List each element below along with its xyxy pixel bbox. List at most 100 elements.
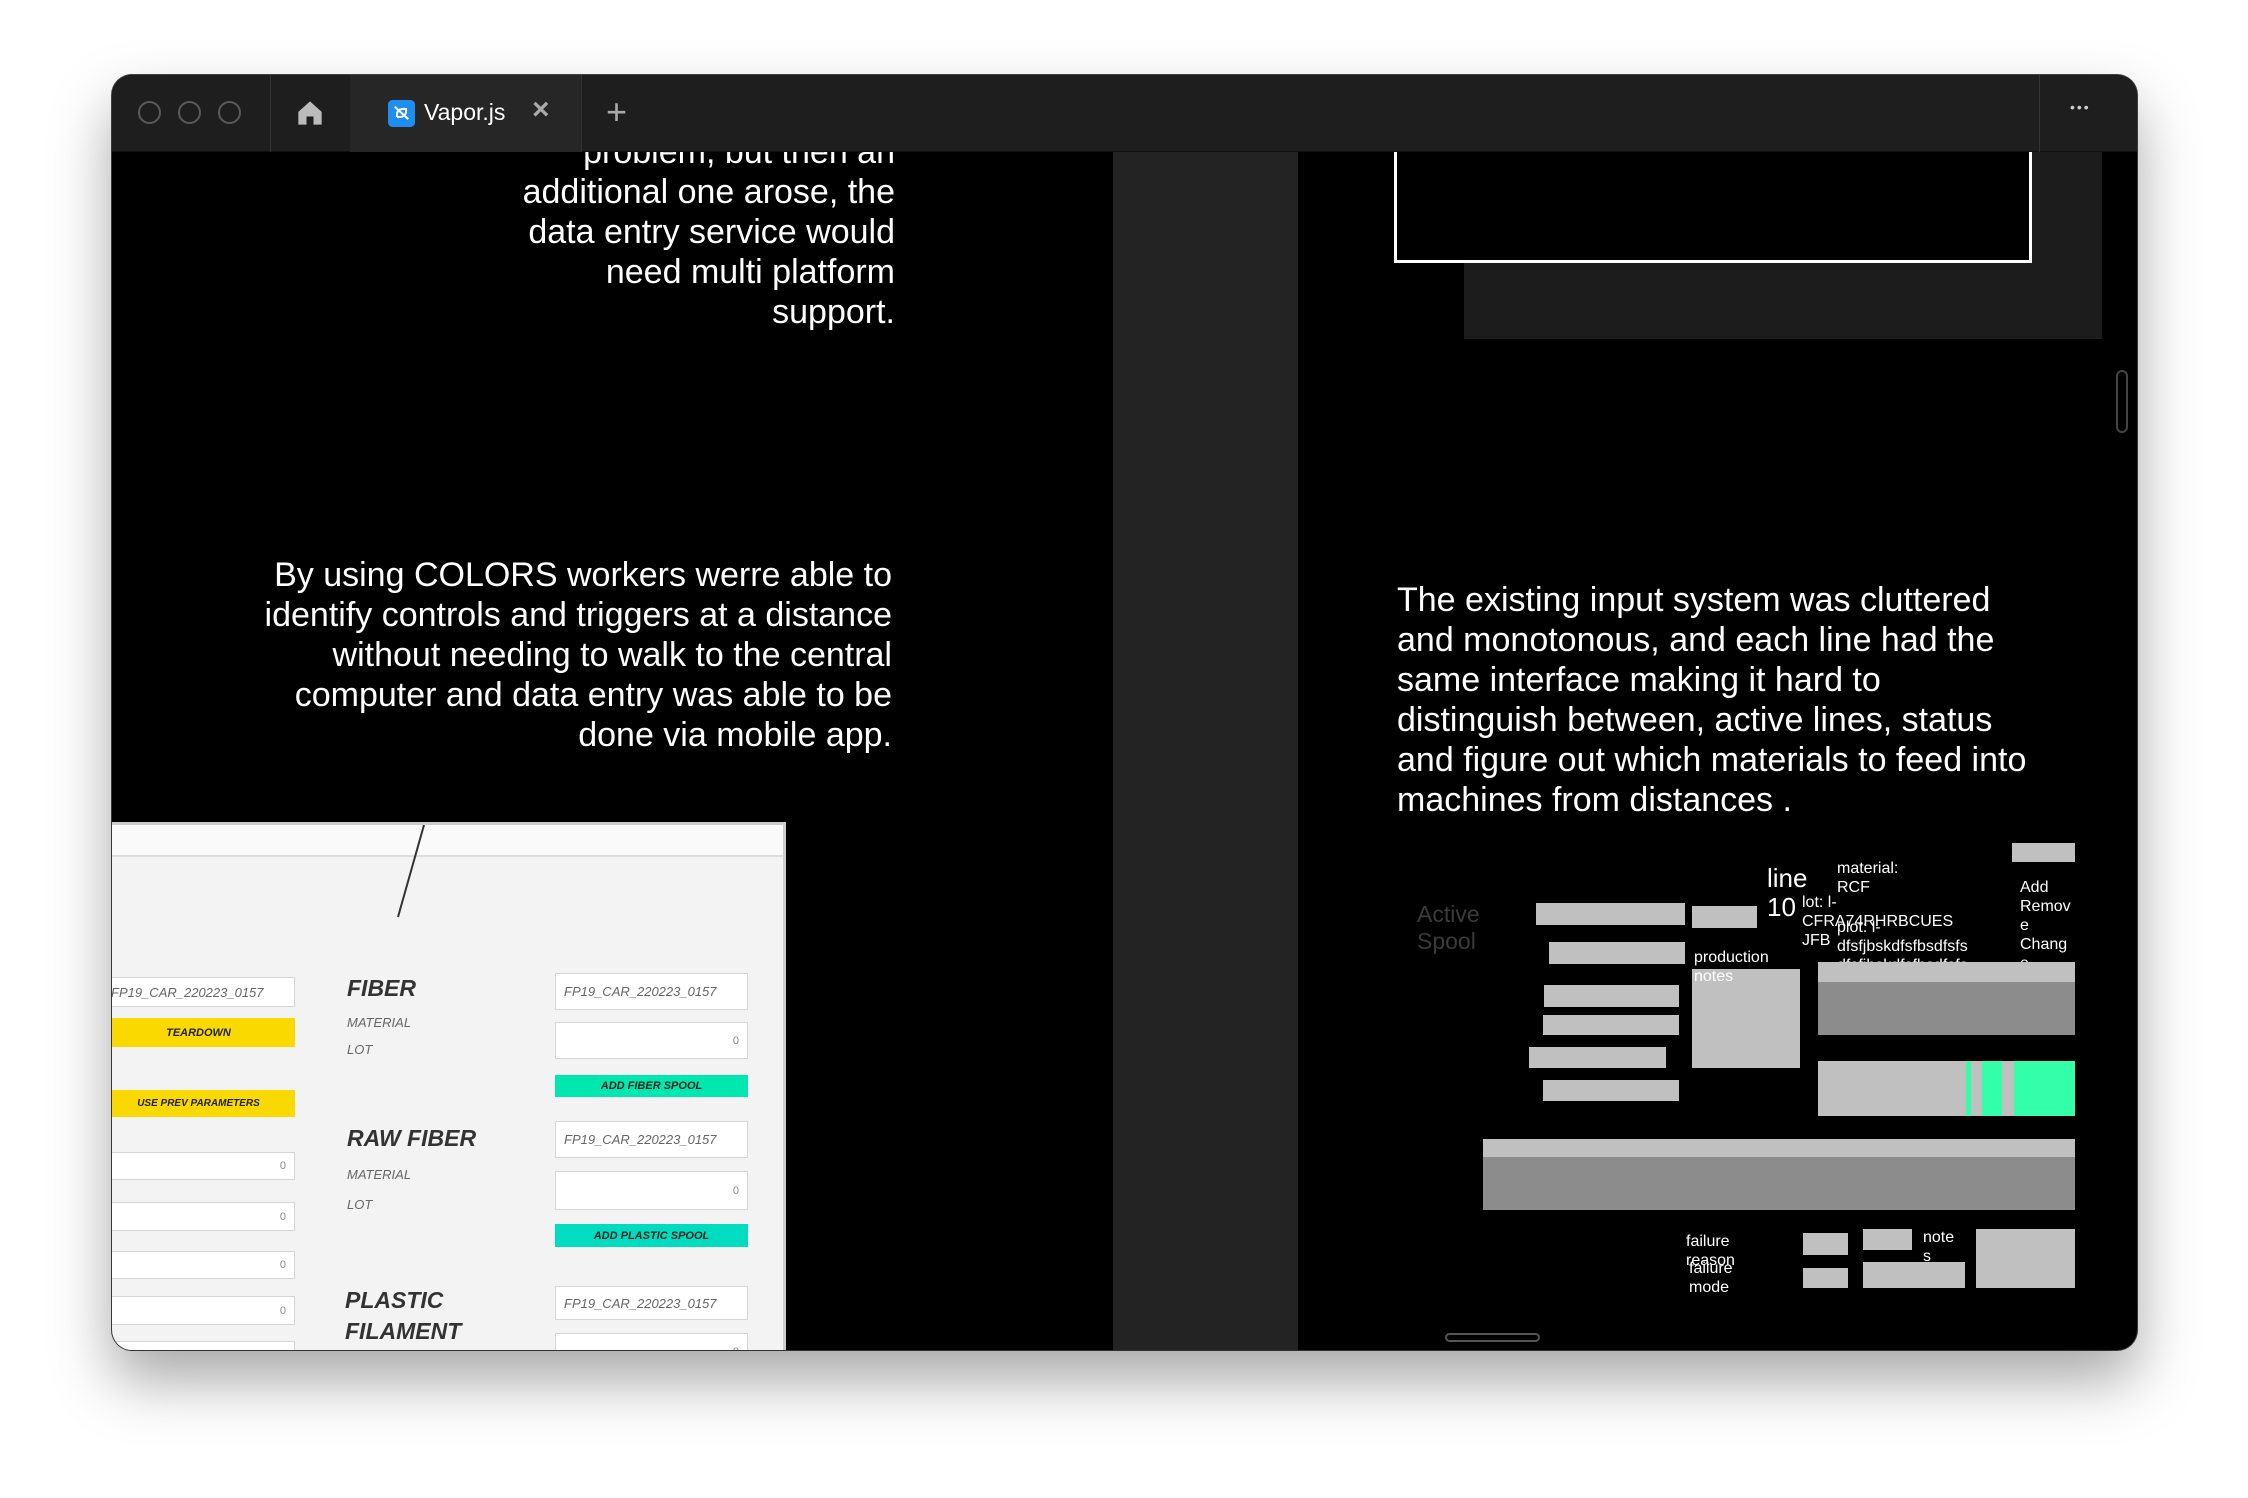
wire-block xyxy=(1976,1229,2075,1288)
param-input[interactable]: 0 xyxy=(112,1296,295,1325)
minimize-window-button[interactable] xyxy=(178,101,201,124)
text-line: failure xyxy=(1686,1233,1730,1250)
text-line: support. xyxy=(772,293,895,331)
tab-title: Vapor.js xyxy=(424,99,506,125)
wire-block xyxy=(1549,942,1685,964)
divider xyxy=(581,75,582,152)
text-line: material: xyxy=(1837,860,1899,877)
param-input[interactable]: 0 xyxy=(112,1251,295,1279)
param-input[interactable]: 0 xyxy=(112,1341,295,1350)
spool-id-input[interactable]: FP19_CAR_220223_0157 xyxy=(112,977,295,1007)
add-plastic-spool-button[interactable]: ADD PLASTIC SPOOL xyxy=(555,1224,748,1247)
teardown-button[interactable]: TEARDOWN xyxy=(112,1018,295,1047)
intro-paragraph: problem, but then an additional one aros… xyxy=(212,152,895,332)
fiber-lot-input[interactable]: 0 xyxy=(555,1022,748,1059)
text-line: s xyxy=(1923,1248,1931,1262)
text-line: need multi platform xyxy=(605,253,895,291)
text-line: done via mobile app. xyxy=(578,716,892,754)
text-line: Remov xyxy=(2020,898,2071,915)
text-line: plot: l- xyxy=(1837,919,1881,936)
text-line: notes xyxy=(1694,968,1734,985)
text-line: Add xyxy=(2020,879,2049,896)
failure-mode-label: failure mode xyxy=(1689,1259,1733,1297)
browser-window: Vapor.js × + ••• problem, but then an ad… xyxy=(112,75,2137,1350)
text-line: additional one arose, the xyxy=(522,173,895,211)
bar-segment xyxy=(2001,1061,2015,1116)
vertical-scrollbar[interactable] xyxy=(2116,370,2128,433)
wire-block xyxy=(1543,1080,1679,1101)
center-gutter xyxy=(1113,152,1298,1350)
text-line: Spool xyxy=(1417,928,1476,954)
text-line: production xyxy=(1694,949,1769,966)
text-line: without needing to walk to the central xyxy=(332,636,892,674)
wire-block xyxy=(1544,985,1679,1007)
mockup-header xyxy=(112,825,783,857)
add-fiber-spool-button[interactable]: ADD FIBER SPOOL xyxy=(555,1075,748,1097)
text-line: computer and data entry was able to be xyxy=(294,676,892,714)
plastic-lot-input[interactable]: 0 xyxy=(555,1333,748,1350)
text-line: problem, but then an xyxy=(583,152,895,171)
wire-block xyxy=(1543,1015,1679,1035)
wire-block xyxy=(1529,1047,1666,1068)
status-color-bar xyxy=(1818,1061,2075,1116)
text-line: and figure out which materials to feed i… xyxy=(1397,741,2027,779)
text-line: line xyxy=(1767,863,1808,893)
tab-bar: Vapor.js × + ••• xyxy=(112,75,2137,152)
raw-fiber-material-input[interactable]: FP19_CAR_220223_0157 xyxy=(555,1121,748,1158)
text-line: The existing input system was cluttered xyxy=(1397,581,1991,619)
text-line: and monotonous, and each line had the xyxy=(1397,621,1995,659)
wire-block xyxy=(1863,1262,1965,1288)
horizontal-scrollbar[interactable] xyxy=(1445,1333,1540,1342)
notes-label: note s xyxy=(1923,1228,1954,1262)
text-line: By using COLORS workers werre able to xyxy=(274,556,892,594)
param-input[interactable]: 0 xyxy=(112,1202,295,1231)
page-content: problem, but then an additional one aros… xyxy=(112,152,2137,1350)
wire-block xyxy=(1803,1233,1848,1255)
material-label: MATERIAL xyxy=(347,1167,412,1182)
wire-block xyxy=(2012,843,2075,862)
text-line: lot: l- xyxy=(1802,894,1837,911)
material-label: MATERIAL xyxy=(347,1015,412,1030)
vapor-logo-icon xyxy=(388,100,415,127)
maximize-window-button[interactable] xyxy=(218,101,241,124)
wire-block xyxy=(1863,1229,1912,1250)
text-line: same interface making it hard to xyxy=(1397,661,1881,699)
colors-paragraph: By using COLORS workers werre able to id… xyxy=(172,555,892,755)
bar-segment xyxy=(1981,1061,2002,1116)
bar-segment xyxy=(1818,1061,1966,1116)
plastic-material-input[interactable]: FP19_CAR_220223_0157 xyxy=(555,1286,748,1320)
close-tab-icon[interactable]: × xyxy=(532,93,550,127)
text-line: dfsfjbskdfsfbsdfsfs xyxy=(1837,938,1968,955)
text-line: Chang xyxy=(2020,936,2068,953)
wire-wide-panel xyxy=(1483,1139,2075,1210)
production-notes-label: production notes xyxy=(1694,948,1769,986)
text-line: failure xyxy=(1689,1260,1733,1277)
use-prev-parameters-button[interactable]: USE PREV PARAMETERS xyxy=(112,1090,295,1117)
more-icon[interactable]: ••• xyxy=(2070,99,2091,115)
bar-segment xyxy=(2014,1061,2075,1116)
fiber-heading: FIBER xyxy=(347,975,416,1001)
divider xyxy=(270,75,271,152)
active-spool-label: Active Spool xyxy=(1417,901,1480,955)
text-line: data entry service would xyxy=(528,213,895,251)
image-frame xyxy=(1394,152,2032,263)
tab-vapor[interactable]: Vapor.js × xyxy=(350,75,581,152)
pen-line xyxy=(397,825,425,918)
add-remove-change-text: AddRemoveChange xyxy=(2020,878,2071,970)
text-line: machines from distances . xyxy=(1397,781,1792,819)
close-window-button[interactable] xyxy=(138,101,161,124)
bar-segment xyxy=(1970,1061,1982,1116)
wire-block xyxy=(1803,1268,1848,1288)
old-ui-mockup: FP19_CAR_220223_0157 TEARDOWN USE PREV P… xyxy=(112,822,786,1350)
new-tab-icon[interactable]: + xyxy=(606,91,627,133)
text-line: identify controls and triggers at a dist… xyxy=(264,596,892,634)
text-line: note xyxy=(1923,1229,1955,1246)
home-icon[interactable] xyxy=(296,99,324,127)
wire-block xyxy=(1536,903,1685,925)
lot-label: LOT xyxy=(347,1197,373,1212)
raw-fiber-lot-input[interactable]: 0 xyxy=(555,1171,748,1210)
fiber-material-input[interactable]: FP19_CAR_220223_0157 xyxy=(555,973,748,1010)
wire-panel xyxy=(1818,962,2075,1035)
param-input[interactable]: 0 xyxy=(112,1152,295,1180)
plastic-heading: PLASTIC xyxy=(345,1287,444,1313)
